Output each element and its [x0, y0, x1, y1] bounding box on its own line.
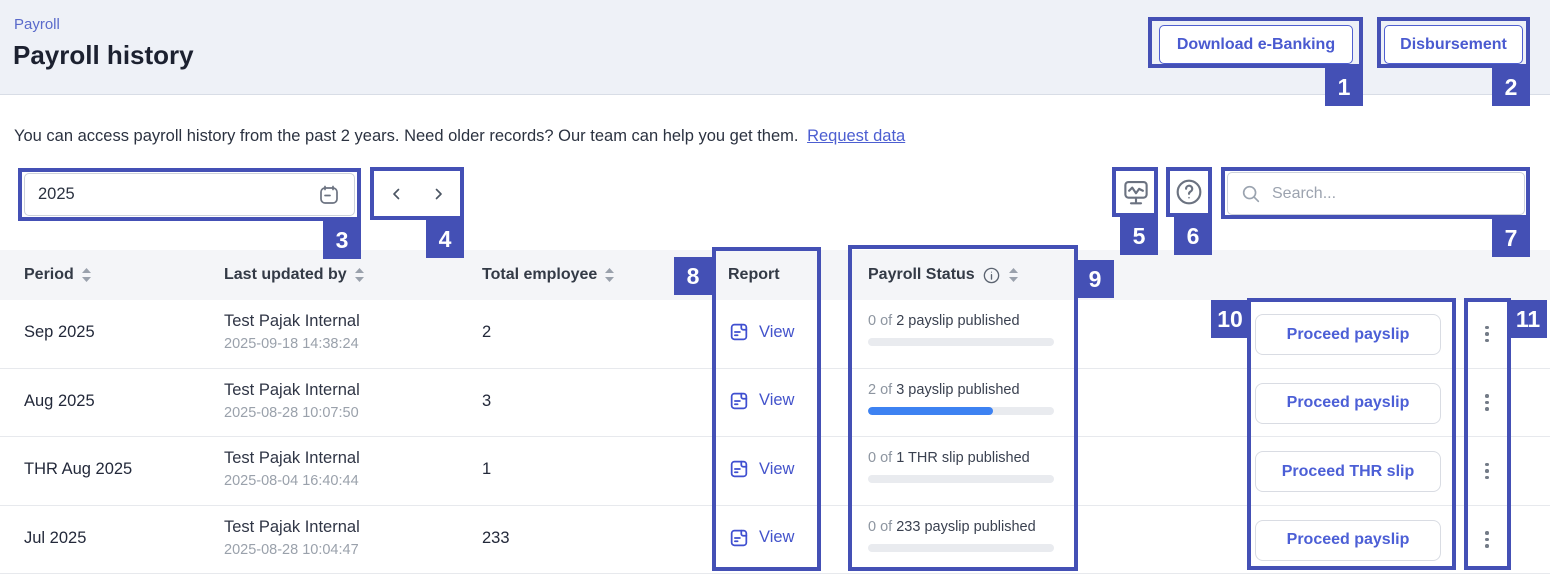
report-file-icon [728, 527, 750, 549]
status-text: 233 payslip published [896, 519, 1035, 535]
column-header-last-updated-by[interactable]: Last updated by [224, 250, 365, 300]
request-data-link[interactable]: Request data [807, 127, 905, 145]
total-employee-cell: 2 [482, 323, 491, 342]
search-input[interactable]: Search... [1227, 172, 1525, 215]
period-cell: Sep 2025 [24, 323, 95, 342]
updated-at-timestamp: 2025-08-28 10:04:47 [224, 542, 359, 558]
view-report-link[interactable]: View [728, 390, 794, 412]
download-ebanking-button[interactable]: Download e-Banking [1159, 25, 1353, 64]
table-row: Jul 2025 Test Pajak Internal 2025-08-28 … [0, 506, 1550, 575]
updated-at-timestamp: 2025-09-18 14:38:24 [224, 336, 359, 352]
view-label: View [759, 323, 794, 342]
view-label: View [759, 528, 794, 547]
publish-progress-fill [868, 407, 993, 415]
payroll-history-table: Sep 2025 Test Pajak Internal 2025-09-18 … [0, 300, 1550, 574]
publish-progress-bar [868, 544, 1054, 552]
activity-monitor-icon[interactable] [1116, 172, 1156, 212]
view-report-link[interactable]: View [728, 527, 794, 549]
updated-at-timestamp: 2025-08-28 10:07:50 [224, 405, 359, 421]
sort-icon [354, 267, 365, 283]
view-report-link[interactable]: View [728, 321, 794, 343]
column-header-total-employee[interactable]: Total employee [482, 250, 615, 300]
history-notice: You can access payroll history from the … [14, 127, 905, 146]
column-header-payroll-status[interactable]: Payroll Status [868, 250, 1019, 300]
column-header-period[interactable]: Period [24, 250, 92, 300]
kebab-menu-button[interactable] [1473, 526, 1501, 554]
updated-by-name: Test Pajak Internal [224, 449, 360, 468]
total-employee-cell: 1 [482, 460, 491, 479]
table-header: Period Last updated by Total employee Re… [0, 250, 1550, 300]
publish-progress-bar [868, 475, 1054, 483]
year-select[interactable]: 2025 [24, 173, 355, 216]
prev-year-button[interactable] [384, 181, 410, 207]
status-text: 3 payslip published [896, 382, 1019, 398]
view-label: View [759, 391, 794, 410]
view-label: View [759, 460, 794, 479]
period-cell: Aug 2025 [24, 392, 95, 411]
calendar-icon [317, 183, 341, 207]
updated-by-name: Test Pajak Internal [224, 518, 360, 537]
proceed-button[interactable]: Proceed payslip [1255, 314, 1441, 355]
table-row: Aug 2025 Test Pajak Internal 2025-08-28 … [0, 369, 1550, 438]
updated-by-name: Test Pajak Internal [224, 381, 360, 400]
sort-icon [81, 267, 92, 283]
status-text: 1 THR slip published [896, 450, 1030, 466]
notice-text: You can access payroll history from the … [14, 127, 798, 145]
kebab-menu-button[interactable] [1473, 457, 1501, 485]
year-value: 2025 [38, 185, 317, 204]
publish-progress-bar [868, 338, 1054, 346]
payroll-status-cell: 0 of 1 THR slip published [868, 450, 1058, 483]
total-employee-cell: 3 [482, 392, 491, 411]
status-count: 0 of [868, 313, 892, 329]
payroll-status-cell: 2 of 3 payslip published [868, 382, 1058, 415]
kebab-menu-button[interactable] [1473, 320, 1501, 348]
next-year-button[interactable] [425, 181, 451, 207]
period-cell: Jul 2025 [24, 529, 86, 548]
view-report-link[interactable]: View [728, 458, 794, 480]
payroll-status-cell: 0 of 2 payslip published [868, 313, 1058, 346]
report-file-icon [728, 458, 750, 480]
table-row: THR Aug 2025 Test Pajak Internal 2025-08… [0, 437, 1550, 506]
period-cell: THR Aug 2025 [24, 460, 132, 479]
status-count: 0 of [868, 450, 892, 466]
search-placeholder: Search... [1272, 185, 1336, 203]
updated-at-timestamp: 2025-08-04 16:40:44 [224, 473, 359, 489]
proceed-button[interactable]: Proceed THR slip [1255, 451, 1441, 492]
help-icon[interactable] [1169, 172, 1209, 212]
search-icon [1240, 183, 1262, 205]
report-file-icon [728, 321, 750, 343]
total-employee-cell: 233 [482, 529, 510, 548]
column-header-report: Report [728, 250, 780, 300]
status-text: 2 payslip published [896, 313, 1019, 329]
status-count: 0 of [868, 519, 892, 535]
page-title: Payroll history [13, 40, 194, 71]
sort-icon [1008, 267, 1019, 283]
publish-progress-bar [868, 407, 1054, 415]
kebab-menu-button[interactable] [1473, 389, 1501, 417]
updated-by-name: Test Pajak Internal [224, 312, 360, 331]
breadcrumb-payroll[interactable]: Payroll [14, 16, 60, 33]
top-bar: Payroll Payroll history Download e-Banki… [0, 0, 1550, 95]
report-file-icon [728, 390, 750, 412]
sort-icon [604, 267, 615, 283]
proceed-button[interactable]: Proceed payslip [1255, 383, 1441, 424]
info-icon[interactable] [982, 266, 1001, 285]
disbursement-button[interactable]: Disbursement [1384, 25, 1523, 64]
table-row: Sep 2025 Test Pajak Internal 2025-09-18 … [0, 300, 1550, 369]
year-pager [376, 173, 459, 215]
payroll-status-cell: 0 of 233 payslip published [868, 519, 1058, 552]
proceed-button[interactable]: Proceed payslip [1255, 520, 1441, 561]
status-count: 2 of [868, 382, 892, 398]
